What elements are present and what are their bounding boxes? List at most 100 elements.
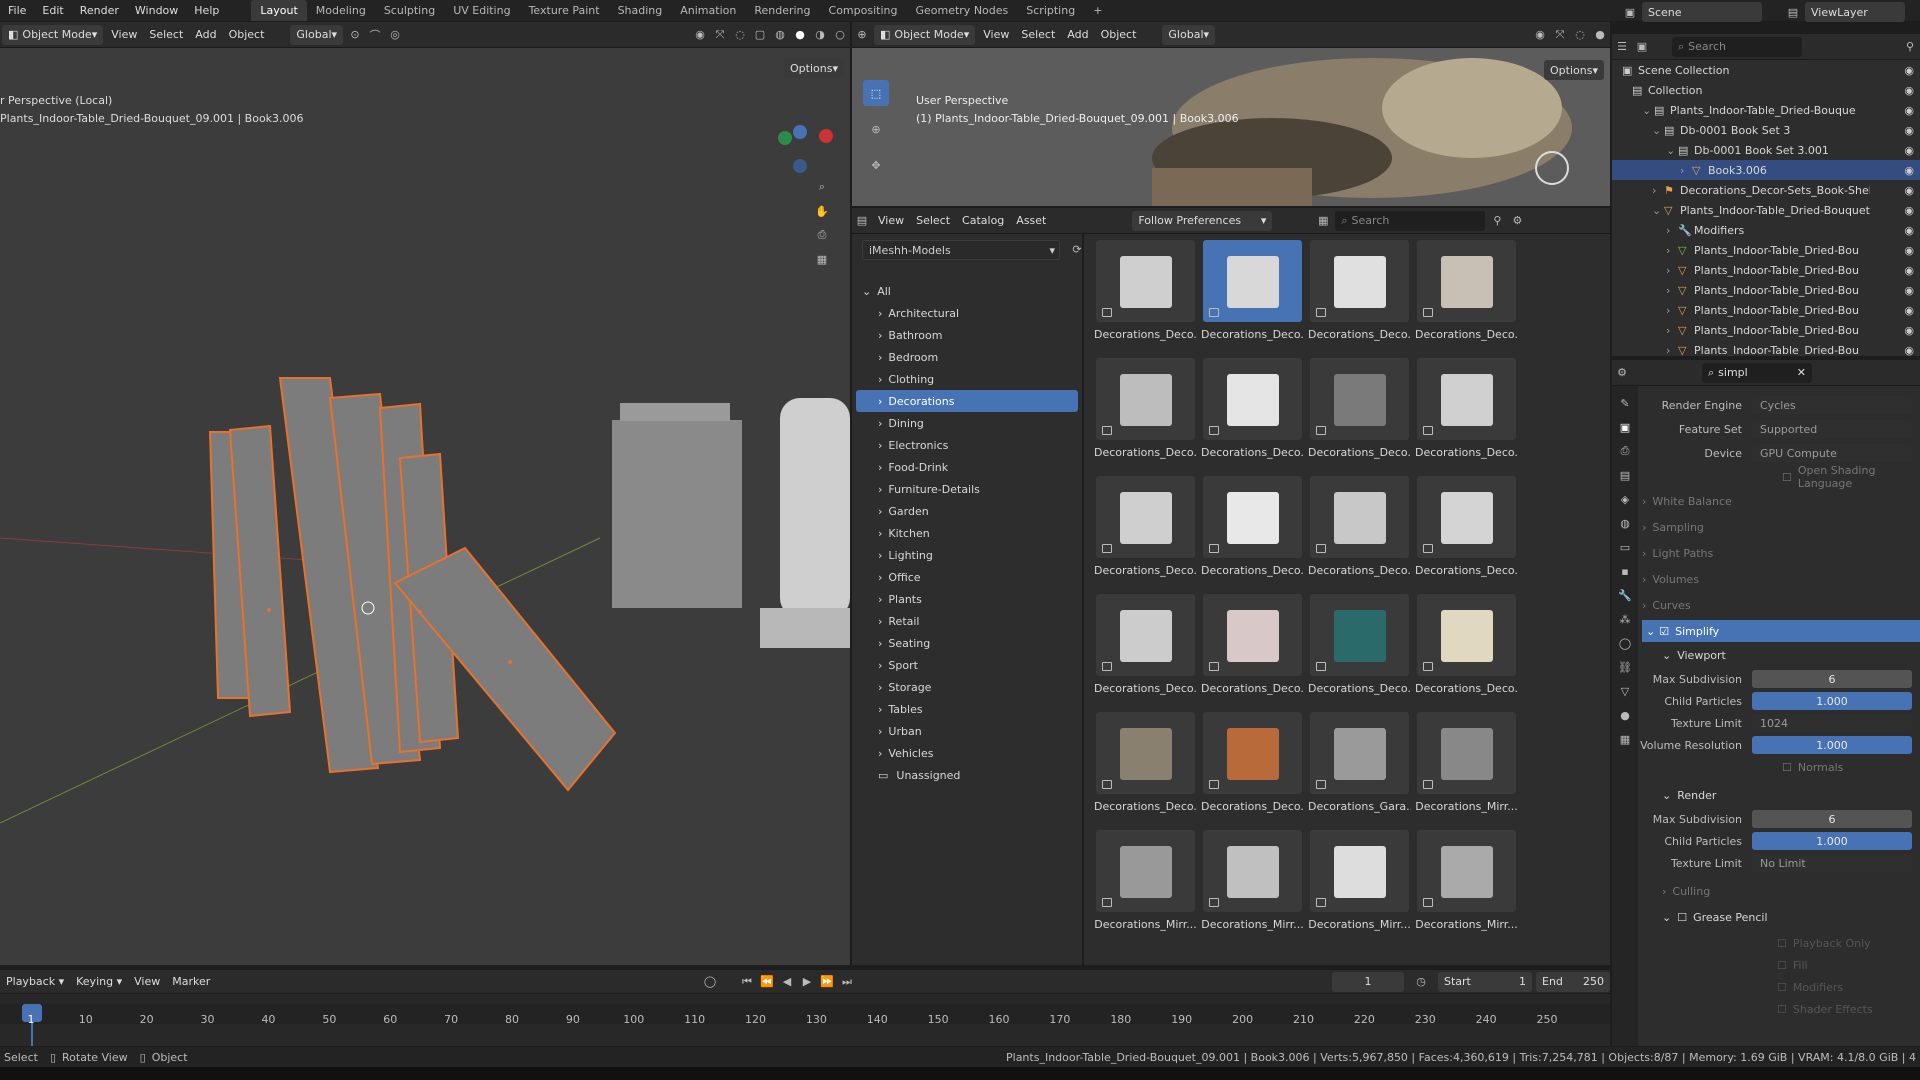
pivot-icon[interactable]: ⊙: [346, 26, 364, 44]
view-layer-selector[interactable]: ViewLayer: [1805, 2, 1905, 22]
outliner-row[interactable]: ⌄ ▤ Plants_Indoor-Table_Dried-Bouque ◉: [1612, 100, 1920, 120]
playback-only-checkbox[interactable]: ☐ Playback Only: [1777, 932, 1917, 954]
camera-icon[interactable]: ⎙: [813, 226, 831, 244]
asset-library-selector[interactable]: iMeshh-Models ▾: [862, 240, 1060, 260]
timeline-menu-playback[interactable]: Playback ▾: [0, 975, 70, 988]
properties-editor-icon[interactable]: ⚙: [1613, 364, 1631, 382]
asset-menu-view[interactable]: View: [872, 214, 910, 227]
catalog-item-electronics[interactable]: › Electronics: [852, 434, 1082, 456]
outliner-row[interactable]: › ▽ Plants_Indoor-Table_Dried-Bou ◉: [1612, 240, 1920, 260]
add-workspace-button[interactable]: +: [1084, 0, 1111, 21]
device-select[interactable]: GPU Compute: [1752, 444, 1912, 462]
catalog-item-bathroom[interactable]: › Bathroom: [852, 324, 1082, 346]
eye-icon[interactable]: ◉: [1904, 224, 1914, 237]
asset-thumbnail[interactable]: Decorations_Deco...: [1094, 710, 1197, 818]
asset-thumbnail[interactable]: Decorations_Deco...: [1308, 356, 1411, 464]
fill-checkbox[interactable]: ☐ Fill: [1777, 954, 1917, 976]
vp-child-particles-slider[interactable]: 1.000: [1752, 692, 1912, 710]
eye-icon[interactable]: ◉: [1904, 204, 1914, 217]
menu-file[interactable]: File: [0, 0, 34, 21]
outliner-row[interactable]: ⌄ ▤ Db-0001 Book Set 3 ◉: [1612, 120, 1920, 140]
tab-sculpting[interactable]: Sculpting: [375, 0, 444, 21]
subsection-grease-pencil[interactable]: ⌄ ☐ Grease Pencil: [1662, 906, 1920, 928]
eye-icon[interactable]: ◉: [1904, 184, 1914, 197]
visibility-icon-2[interactable]: ◉: [1531, 26, 1549, 44]
catalog-item-plants[interactable]: › Plants: [852, 588, 1082, 610]
asset-thumbnail[interactable]: Decorations_Deco...: [1094, 356, 1197, 464]
section-white-balance[interactable]: › White Balance: [1642, 490, 1920, 512]
outliner-row[interactable]: › ▽ Plants_Indoor-Table_Dried-Bou ◉: [1612, 260, 1920, 280]
jump-end-icon[interactable]: ⏭: [838, 973, 856, 991]
catalog-item-clothing[interactable]: › Clothing: [852, 368, 1082, 390]
timeline-menu-view[interactable]: View: [128, 975, 166, 988]
asset-thumbnail[interactable]: Decorations_Deco...: [1308, 474, 1411, 582]
eye-icon[interactable]: ◉: [1904, 264, 1914, 277]
outliner-editor-icon[interactable]: ☰: [1613, 38, 1631, 56]
catalog-item-bedroom[interactable]: › Bedroom: [852, 346, 1082, 368]
catalog-item-tables[interactable]: › Tables: [852, 698, 1082, 720]
proportional-icon[interactable]: ◎: [386, 26, 404, 44]
menu-edit[interactable]: Edit: [34, 0, 71, 21]
asset-thumbnail[interactable]: Decorations_Deco...: [1415, 474, 1518, 582]
grid-icon[interactable]: ▦: [813, 250, 831, 268]
subsection-culling[interactable]: › Culling: [1662, 880, 1920, 902]
eye-icon[interactable]: ◉: [1904, 164, 1914, 177]
left-viewport[interactable]: r Perspective (Local) Plants_Indoor-Tabl…: [0, 48, 850, 965]
section-simplify[interactable]: ⌄ ☑ Simplify: [1642, 620, 1920, 642]
editor-type-icon[interactable]: ⊕: [853, 26, 871, 44]
asset-thumbnail[interactable]: Decorations_Gara...: [1308, 710, 1411, 818]
subsection-render[interactable]: ⌄ Render: [1662, 784, 1920, 806]
outliner-row[interactable]: › ▽ Plants_Indoor-Table_Dried-Bou ◉: [1612, 280, 1920, 300]
asset-thumbnail[interactable]: Decorations_Deco...: [1201, 710, 1304, 818]
asset-menu-select[interactable]: Select: [910, 214, 956, 227]
properties-search-input[interactable]: ⌕ simpl ✕: [1702, 362, 1812, 383]
feature-set-select[interactable]: Supported: [1752, 420, 1912, 438]
right-menu-select[interactable]: Select: [1015, 28, 1061, 41]
left-orientation-selector[interactable]: Global ▾: [290, 24, 344, 45]
asset-thumbnail[interactable]: Decorations_Mirr...: [1415, 710, 1518, 818]
end-frame-field[interactable]: End 250: [1536, 971, 1610, 992]
modifiers-checkbox[interactable]: ☐ Modifiers: [1777, 976, 1917, 998]
tab-layout[interactable]: Layout: [251, 0, 307, 21]
outliner-row[interactable]: › 🔧 Modifiers ◉: [1612, 220, 1920, 240]
tab-animation[interactable]: Animation: [671, 0, 745, 21]
menu-render[interactable]: Render: [72, 0, 127, 21]
outliner-row[interactable]: › ▽ Plants_Indoor-Table_Dried-Bou ◉: [1612, 300, 1920, 320]
tab-scripting[interactable]: Scripting: [1017, 0, 1084, 21]
play-reverse-icon[interactable]: ◀: [778, 973, 796, 991]
catalog-item-architectural[interactable]: › Architectural: [852, 302, 1082, 324]
gizmo-icon-2[interactable]: ⤧: [1551, 26, 1569, 44]
asset-thumbnail[interactable]: Decorations_Deco...: [1094, 238, 1197, 346]
cursor-tool-icon[interactable]: ⊕: [863, 116, 889, 142]
jump-start-icon[interactable]: ⏮: [738, 973, 756, 991]
catalog-item-furniture-details[interactable]: › Furniture-Details: [852, 478, 1082, 500]
catalog-item-office[interactable]: › Office: [852, 566, 1082, 588]
overlay-icon[interactable]: ◌: [731, 26, 749, 44]
asset-thumbnail[interactable]: Decorations_Deco...: [1308, 592, 1411, 700]
snap-icon[interactable]: ⌒: [366, 26, 384, 44]
left-mode-selector[interactable]: ◧ Object Mode ▾: [2, 24, 104, 45]
catalog-item-seating[interactable]: › Seating: [852, 632, 1082, 654]
record-icon[interactable]: ◯: [701, 973, 719, 991]
render-engine-select[interactable]: Cycles: [1752, 396, 1912, 414]
play-icon[interactable]: ▶: [798, 973, 816, 991]
rendered-shading-icon[interactable]: ○: [831, 26, 849, 44]
r-max-subdivision-field[interactable]: 6: [1752, 810, 1912, 828]
scene-selector[interactable]: Scene: [1642, 2, 1762, 22]
asset-thumbnail[interactable]: Decorations_Deco...: [1308, 238, 1411, 346]
xray-icon[interactable]: ▢: [751, 26, 769, 44]
vp-texture-limit-select[interactable]: 1024: [1752, 714, 1912, 732]
catalog-item-sport[interactable]: › Sport: [852, 654, 1082, 676]
subsection-viewport[interactable]: ⌄ Viewport: [1662, 644, 1920, 666]
visibility-icon[interactable]: ◉: [691, 26, 709, 44]
tab-texture-paint[interactable]: Texture Paint: [520, 0, 609, 21]
next-keyframe-icon[interactable]: ⏩: [818, 973, 836, 991]
import-method-selector[interactable]: Follow Preferences ▾: [1132, 210, 1273, 231]
timeline-menu-marker[interactable]: Marker: [166, 975, 216, 988]
asset-thumbnail[interactable]: Decorations_Mirr...: [1094, 828, 1197, 936]
right-orientation-selector[interactable]: Global ▾: [1162, 24, 1216, 45]
left-menu-object[interactable]: Object: [223, 28, 271, 41]
outliner-row[interactable]: › ⚑ Decorations_Decor-Sets_Book-Shelf ◉: [1612, 180, 1920, 200]
catalog-item-storage[interactable]: › Storage: [852, 676, 1082, 698]
eye-icon[interactable]: ◉: [1904, 304, 1914, 317]
